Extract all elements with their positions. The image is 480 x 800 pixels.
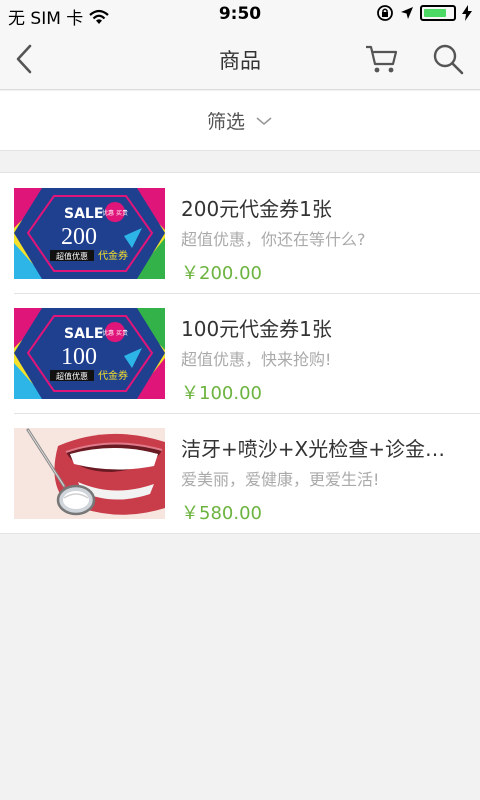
product-price: ￥100.00 — [181, 383, 262, 404]
product-title: 200元代金券1张 — [181, 197, 332, 221]
filter-label: 筛选 — [206, 111, 245, 133]
coupon-thumbnail: SALE 优惠 买贵 200 超值优惠 代金券 — [14, 188, 165, 279]
coupon-badge-text: 优惠 买贵 — [102, 329, 128, 337]
filter-button[interactable]: 筛选 — [0, 91, 480, 151]
coupon-tag-right: 代金券 — [98, 369, 128, 382]
product-price: ￥200.00 — [181, 263, 262, 284]
coupon-amount: 100 — [61, 344, 97, 370]
status-bar: 无 SIM 卡 9:50 — [0, 0, 480, 29]
product-subtitle: 超值优惠，快来抢购! — [181, 350, 332, 369]
orientation-lock-icon — [377, 5, 393, 21]
product-item[interactable]: 洁牙+喷沙+X光检查+诊金… 爱美丽，爱健康，更爱生活! ￥580.00 — [0, 413, 480, 533]
coupon-tag-left: 超值优惠 — [56, 371, 88, 381]
coupon-badge-text: 优惠 买贵 — [102, 209, 128, 217]
chevron-down-icon — [256, 116, 272, 125]
product-subtitle: 爱美丽，爱健康，更爱生活! — [181, 470, 380, 489]
product-subtitle: 超值优惠，你还在等什么? — [181, 230, 366, 249]
product-item[interactable]: SALE 优惠 买贵 200 超值优惠 代金券 200元代金券1张 超值优惠，你… — [0, 173, 480, 293]
product-price: ￥580.00 — [181, 503, 262, 524]
battery-level — [424, 9, 447, 17]
product-list: SALE 优惠 买贵 200 超值优惠 代金券 200元代金券1张 超值优惠，你… — [0, 172, 480, 534]
coupon-sale-text: SALE — [64, 206, 103, 222]
coupon-tag-left: 超值优惠 — [56, 251, 88, 261]
coupon-sale-text: SALE — [64, 326, 103, 342]
teeth-image — [14, 428, 165, 519]
coupon-thumbnail: SALE 优惠 买贵 100 超值优惠 代金券 — [14, 308, 165, 399]
page-title: 商品 — [219, 49, 261, 73]
nav-bar: 商品 — [0, 28, 480, 90]
battery-icon — [420, 5, 456, 21]
search-icon[interactable] — [430, 41, 466, 77]
charging-bolt-icon — [462, 5, 472, 21]
product-title: 洁牙+喷沙+X光检查+诊金… — [181, 437, 445, 461]
coupon-tag-right: 代金券 — [98, 249, 128, 262]
coupon-amount: 200 — [61, 224, 97, 250]
location-arrow-icon — [401, 7, 413, 19]
product-item[interactable]: SALE 优惠 买贵 100 超值优惠 代金券 100元代金券1张 超值优惠，快… — [0, 293, 480, 413]
status-right — [376, 4, 472, 22]
product-title: 100元代金券1张 — [181, 317, 332, 341]
cart-icon[interactable] — [364, 42, 400, 76]
